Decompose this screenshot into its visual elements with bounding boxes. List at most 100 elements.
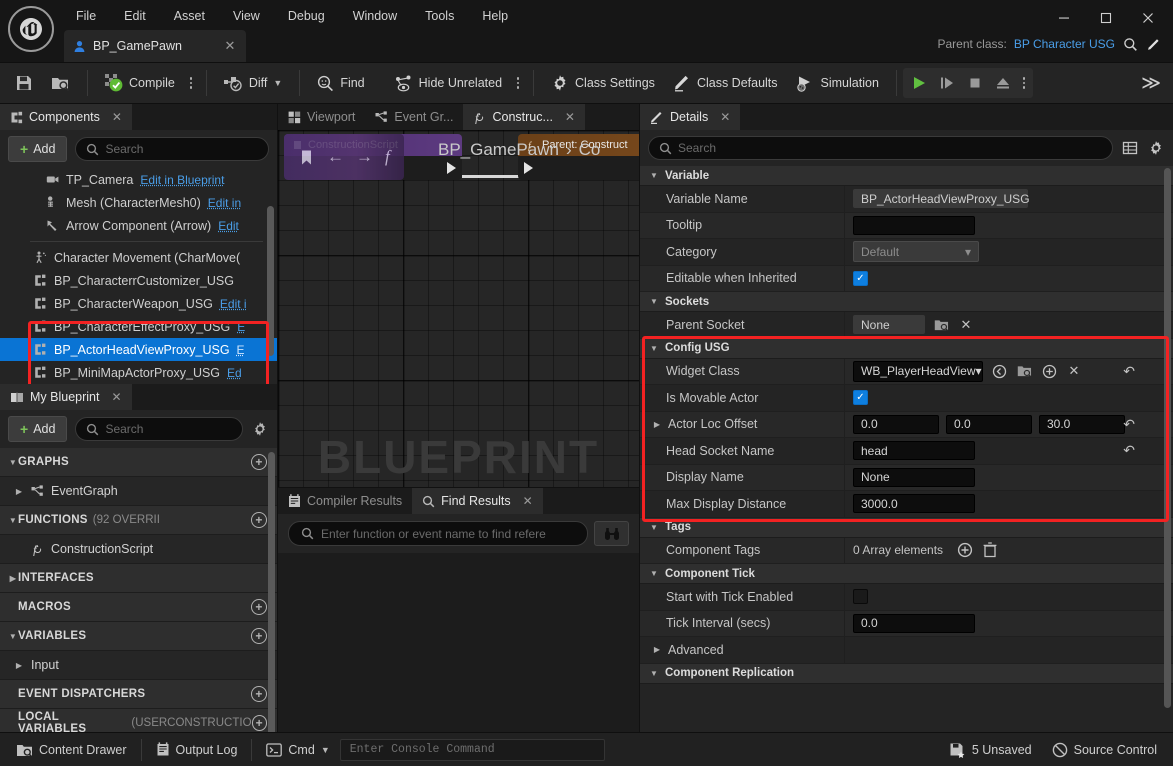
- property-asset-dropdown[interactable]: WB_PlayerHeadView ▾: [853, 360, 983, 382]
- components-search-input[interactable]: Search: [75, 137, 269, 161]
- component-item[interactable]: BP_MiniMapActorProxy_USG Ed: [0, 361, 277, 384]
- exec-out-pin[interactable]: [447, 162, 456, 174]
- expand-arrow-icon[interactable]: [649, 669, 659, 678]
- component-edit-link[interactable]: Edit in Blueprint: [140, 173, 224, 187]
- stop-button[interactable]: [961, 69, 989, 97]
- find-button[interactable]: Find: [308, 70, 373, 97]
- component-item[interactable]: BP_CharacterrCustomizer_USG: [0, 269, 277, 292]
- find-results-input[interactable]: Enter function or event name to find ref…: [288, 521, 588, 546]
- step-button[interactable]: [933, 69, 961, 97]
- class-defaults-button[interactable]: Class Defaults: [664, 69, 787, 97]
- property-vector-y[interactable]: 0.0: [946, 414, 1032, 434]
- new-asset-icon[interactable]: [1040, 362, 1058, 380]
- tab-my-blueprint[interactable]: My Blueprint ✕: [0, 384, 132, 410]
- diff-button[interactable]: Diff ▼: [215, 70, 291, 97]
- menu-view[interactable]: View: [219, 4, 274, 28]
- toolbar-overflow-button[interactable]: ≫: [1131, 70, 1167, 97]
- expand-arrow-icon[interactable]: [652, 420, 662, 429]
- property-vector-x[interactable]: 0.0: [853, 414, 939, 434]
- tab-compiler-results[interactable]: Compiler Results: [278, 488, 412, 514]
- component-item[interactable]: TP_Camera Edit in Blueprint: [0, 168, 277, 191]
- cmd-button[interactable]: Cmd ▼: [256, 738, 339, 762]
- component-item[interactable]: Mesh (CharacterMesh0) Edit in: [0, 191, 277, 214]
- blueprint-item[interactable]: EventGraph: [0, 477, 277, 506]
- maximize-button[interactable]: [1085, 4, 1127, 32]
- property-vector-z[interactable]: 30.0: [1039, 414, 1125, 434]
- blueprint-item[interactable]: Input: [0, 651, 277, 680]
- add-item-button[interactable]: +: [251, 599, 267, 615]
- tab-components[interactable]: Components ✕: [0, 104, 132, 130]
- expand-arrow-icon[interactable]: [14, 661, 24, 670]
- menu-file[interactable]: File: [62, 4, 110, 28]
- blueprint-category[interactable]: VARIABLES +: [0, 622, 277, 651]
- component-edit-link[interactable]: Edit in: [208, 196, 241, 210]
- components-tree[interactable]: TP_Camera Edit in Blueprint Mesh (Characte…: [0, 168, 277, 384]
- output-log-button[interactable]: Output Log: [146, 737, 248, 762]
- component-edit-link[interactable]: E: [237, 343, 245, 357]
- my-blueprint-scrollbar[interactable]: [268, 452, 275, 732]
- delete-array-icon[interactable]: [981, 541, 999, 559]
- back-arrow-icon[interactable]: ←: [323, 147, 348, 167]
- blueprint-category[interactable]: GRAPHS +: [0, 448, 277, 477]
- expand-arrow-icon[interactable]: [649, 171, 659, 180]
- add-item-button[interactable]: +: [251, 512, 267, 528]
- unsaved-button[interactable]: 5 Unsaved: [939, 737, 1042, 763]
- clear-asset-icon[interactable]: ✕: [1065, 362, 1083, 380]
- close-icon[interactable]: ✕: [523, 494, 533, 508]
- component-edit-link[interactable]: Edit i: [220, 297, 247, 311]
- tab-viewport[interactable]: Viewport: [278, 104, 365, 130]
- details-column-layout-button[interactable]: [1121, 140, 1139, 156]
- components-scrollbar[interactable]: [267, 206, 274, 356]
- expand-arrow-icon[interactable]: [14, 487, 24, 496]
- expand-arrow-icon[interactable]: [8, 574, 18, 583]
- add-item-button[interactable]: +: [251, 628, 267, 644]
- menu-edit[interactable]: Edit: [110, 4, 160, 28]
- hide-unrelated-options-button[interactable]: [511, 71, 525, 95]
- component-item[interactable]: Character Movement (CharMove(: [0, 246, 277, 269]
- source-control-button[interactable]: Source Control: [1042, 737, 1167, 763]
- blueprint-category[interactable]: LOCAL VARIABLES (USERCONSTRUCTIO +: [0, 709, 277, 732]
- my-blueprint-tree[interactable]: GRAPHS + EventGraph FUNCTIONS (92 OVERRII + fC…: [0, 448, 277, 732]
- add-blueprint-item-button[interactable]: + Add: [8, 416, 68, 442]
- property-socket-value[interactable]: None: [853, 315, 925, 335]
- expand-arrow-icon[interactable]: [8, 516, 18, 525]
- details-search-input[interactable]: Search: [648, 136, 1113, 160]
- component-edit-link[interactable]: Edit: [218, 219, 239, 233]
- tab-construc[interactable]: f Construc... ✕: [463, 104, 585, 130]
- tab-find-results[interactable]: Find Results ✕: [412, 488, 543, 514]
- reset-to-default-icon[interactable]: ↶: [1123, 442, 1135, 459]
- blueprint-item[interactable]: f ConstructionScript: [0, 535, 277, 564]
- property-text-input[interactable]: head: [853, 441, 975, 461]
- reset-to-default-icon[interactable]: ↶: [1123, 416, 1135, 433]
- add-item-button[interactable]: +: [251, 686, 267, 702]
- details-section-header[interactable]: Component Tick: [640, 564, 1173, 584]
- expand-arrow-icon[interactable]: [8, 632, 18, 641]
- my-blueprint-settings-button[interactable]: [251, 421, 269, 437]
- console-command-input[interactable]: Enter Console Command: [339, 738, 605, 761]
- property-checkbox[interactable]: ✓: [853, 390, 868, 406]
- component-item[interactable]: BP_CharacterWeapon_USG Edit i: [0, 292, 277, 315]
- graph-node-parent-construct[interactable]: f Parent: Construct: [518, 134, 639, 180]
- details-section-header[interactable]: Sockets: [640, 292, 1173, 312]
- close-icon[interactable]: ✕: [112, 110, 122, 124]
- blueprint-category[interactable]: FUNCTIONS (92 OVERRII +: [0, 506, 277, 535]
- tab-event-gr[interactable]: Event Gr...: [365, 104, 463, 130]
- parent-class-value[interactable]: BP Character USG: [1014, 37, 1115, 51]
- blueprint-category[interactable]: MACROS +: [0, 593, 277, 622]
- component-edit-link[interactable]: E: [237, 320, 245, 334]
- details-section-header[interactable]: Component Replication: [640, 663, 1173, 684]
- close-icon[interactable]: ✕: [222, 38, 238, 54]
- component-item-selected[interactable]: BP_ActorHeadViewProxy_USG E: [0, 338, 277, 361]
- expand-arrow-icon[interactable]: [649, 569, 659, 578]
- my-blueprint-search-input[interactable]: Search: [75, 417, 243, 441]
- add-component-button[interactable]: + Add: [8, 136, 68, 162]
- menu-help[interactable]: Help: [468, 4, 522, 28]
- add-item-button[interactable]: +: [251, 715, 267, 731]
- menu-tools[interactable]: Tools: [411, 4, 468, 28]
- hide-unrelated-button[interactable]: Hide Unrelated: [386, 70, 511, 97]
- details-property-list[interactable]: Variable Variable Name BP_ActorHeadViewPro…: [640, 166, 1173, 732]
- compile-options-button[interactable]: [184, 71, 198, 95]
- blueprint-category[interactable]: INTERFACES: [0, 564, 277, 593]
- component-item[interactable]: BP_CharacterEffectProxy_USG E: [0, 315, 277, 338]
- document-tab-bp-gamepawn[interactable]: BP_GamePawn ✕: [64, 30, 246, 62]
